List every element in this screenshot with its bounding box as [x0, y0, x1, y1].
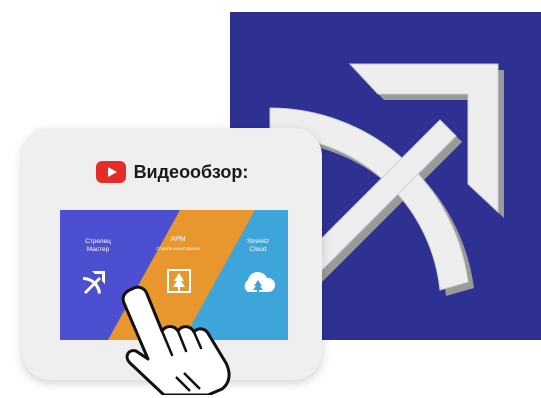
- card-title: Видеообзор:: [133, 161, 249, 182]
- cloud-tree-icon: [244, 271, 276, 293]
- youtube-icon: [95, 161, 126, 183]
- panel-label-streletz-cloud: Streletz Cloud: [246, 238, 270, 253]
- card-header: Видеообзор:: [22, 158, 322, 186]
- panel-sublabel-arm: Служба мониторинга: [155, 246, 201, 251]
- hand-cursor-icon: [121, 285, 231, 395]
- panel-label-arm: АРМ: [170, 236, 186, 243]
- archer-icon: [83, 271, 105, 294]
- panel-label-streletz-master: Стрелец Мастер: [85, 238, 111, 253]
